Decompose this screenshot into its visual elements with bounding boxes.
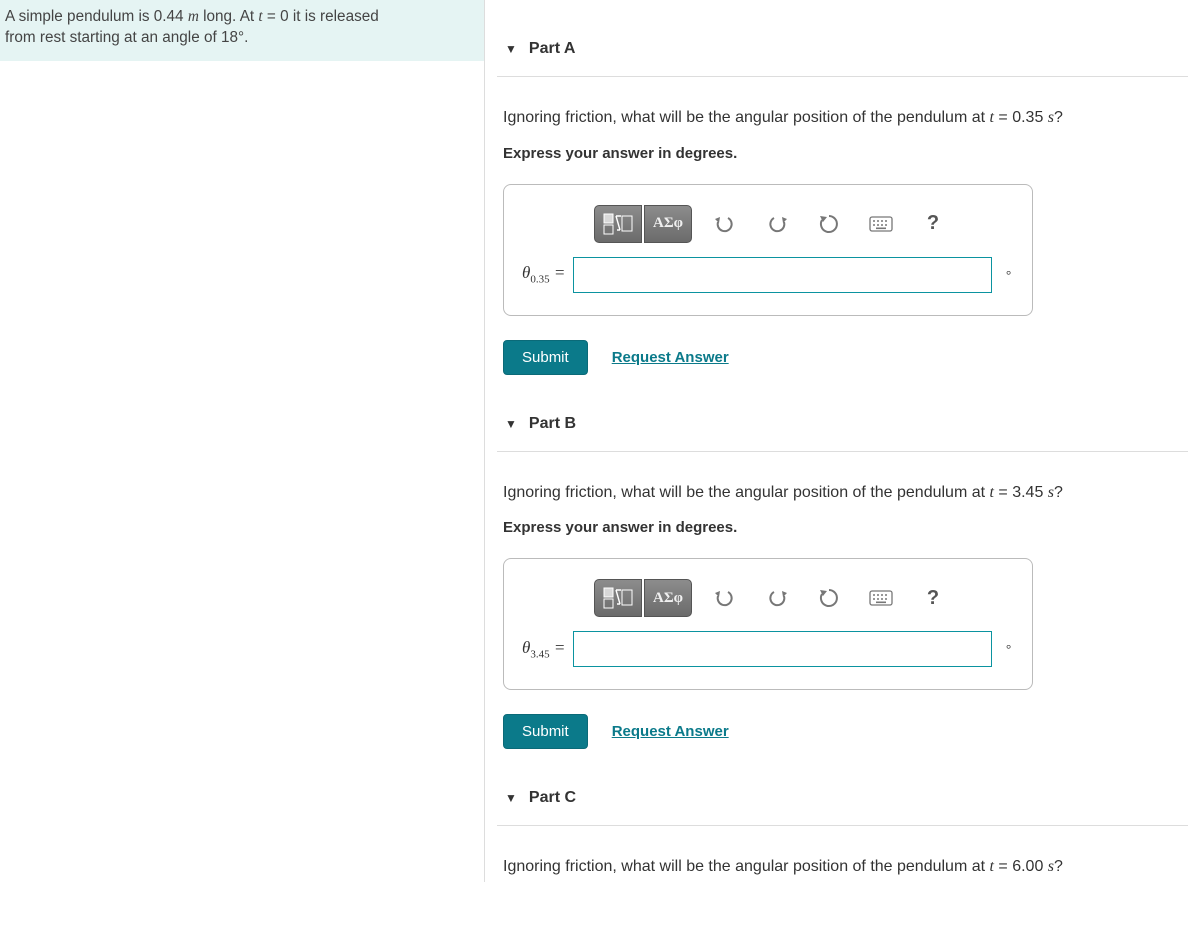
redo-button[interactable] [756,581,798,615]
answer-input-row: θ0.35 = ° [522,257,1014,293]
keyboard-button[interactable] [860,581,902,615]
problem-statement: A simple pendulum is 0.44 m long. At t =… [0,0,484,61]
question-text: ? [1054,484,1063,501]
equation-toolbar: ΑΣφ [594,579,1014,617]
keyboard-icon [869,590,893,606]
collapse-icon[interactable]: ▼ [497,417,517,431]
question-text: = 0.35 [994,109,1048,126]
theta-sub: 0.35 [530,274,549,286]
keyboard-button[interactable] [860,207,902,241]
part-b-hint: Express your answer in degrees. [497,519,1188,536]
part-a-header: ▼ Part A [497,40,1188,77]
answer-input[interactable] [573,257,992,293]
part-b-actions: Submit Request Answer [503,714,1182,749]
part-a-answer-box: ΑΣφ [503,184,1033,316]
answer-unit: ° [992,641,1014,657]
templates-button[interactable] [594,205,642,243]
reset-button[interactable] [808,207,850,241]
help-button[interactable]: ? [912,207,954,241]
theta-sub: 3.45 [530,648,549,660]
reset-icon [819,588,839,608]
redo-button[interactable] [756,207,798,241]
question-text: = 3.45 [994,484,1048,501]
greek-button[interactable]: ΑΣφ [644,205,692,243]
part-c-title: Part C [529,789,576,807]
answer-input[interactable] [573,631,992,667]
submit-label: Submit [522,723,569,740]
part-b-answer-box: ΑΣφ [503,558,1033,690]
part-a-hint: Express your answer in degrees. [497,145,1188,162]
question-text: ? [1054,109,1063,126]
collapse-icon[interactable]: ▼ [497,791,517,805]
templates-button[interactable] [594,579,642,617]
part-a: ▼ Part A Ignoring friction, what will be… [497,40,1188,375]
submit-button[interactable]: Submit [503,714,588,749]
equals: = [550,638,566,657]
request-answer-link[interactable]: Request Answer [612,349,729,366]
problem-text: long. At [199,8,259,25]
part-b: ▼ Part B Ignoring friction, what will be… [497,415,1188,750]
answer-unit: ° [992,267,1014,283]
problem-text: = 0 it is released [263,8,379,25]
help-label: ? [927,212,939,235]
redo-icon [766,589,788,607]
reset-icon [819,214,839,234]
question-text: = 6.00 [994,858,1048,875]
undo-button[interactable] [704,207,746,241]
equals: = [550,263,566,282]
left-column: A simple pendulum is 0.44 m long. At t =… [0,0,485,882]
problem-text: A simple pendulum is 0.44 [5,8,188,25]
collapse-icon[interactable]: ▼ [497,42,517,56]
undo-button[interactable] [704,581,746,615]
redo-icon [766,215,788,233]
greek-label: ΑΣφ [653,590,683,607]
undo-icon [714,215,736,233]
part-c-question: Ignoring friction, what will be the angu… [497,854,1188,880]
submit-label: Submit [522,349,569,366]
part-b-title: Part B [529,415,576,433]
question-text: Ignoring friction, what will be the angu… [503,484,990,501]
help-label: ? [927,587,939,610]
answer-lhs: θ3.45 = [522,638,573,660]
problem-text: from rest starting at an angle of 18°. [5,29,248,46]
undo-icon [714,589,736,607]
equation-toolbar: ΑΣφ [594,205,1014,243]
answer-lhs: θ0.35 = [522,263,573,285]
templates-icon [603,587,633,609]
part-b-question: Ignoring friction, what will be the angu… [497,480,1188,506]
answer-input-row: θ3.45 = ° [522,631,1014,667]
question-text: ? [1054,858,1063,875]
part-c-header: ▼ Part C [497,789,1188,826]
submit-button[interactable]: Submit [503,340,588,375]
part-b-header: ▼ Part B [497,415,1188,452]
reset-button[interactable] [808,581,850,615]
right-column: ▼ Part A Ignoring friction, what will be… [485,0,1200,882]
question-text: Ignoring friction, what will be the angu… [503,109,990,126]
help-button[interactable]: ? [912,581,954,615]
request-answer-link[interactable]: Request Answer [612,723,729,740]
keyboard-icon [869,216,893,232]
part-c: ▼ Part C Ignoring friction, what will be… [497,789,1188,880]
part-a-question: Ignoring friction, what will be the angu… [497,105,1188,131]
greek-button[interactable]: ΑΣφ [644,579,692,617]
greek-label: ΑΣφ [653,215,683,232]
templates-icon [603,213,633,235]
part-a-actions: Submit Request Answer [503,340,1182,375]
part-a-title: Part A [529,40,576,58]
unit-m: m [188,8,199,25]
question-text: Ignoring friction, what will be the angu… [503,858,990,875]
